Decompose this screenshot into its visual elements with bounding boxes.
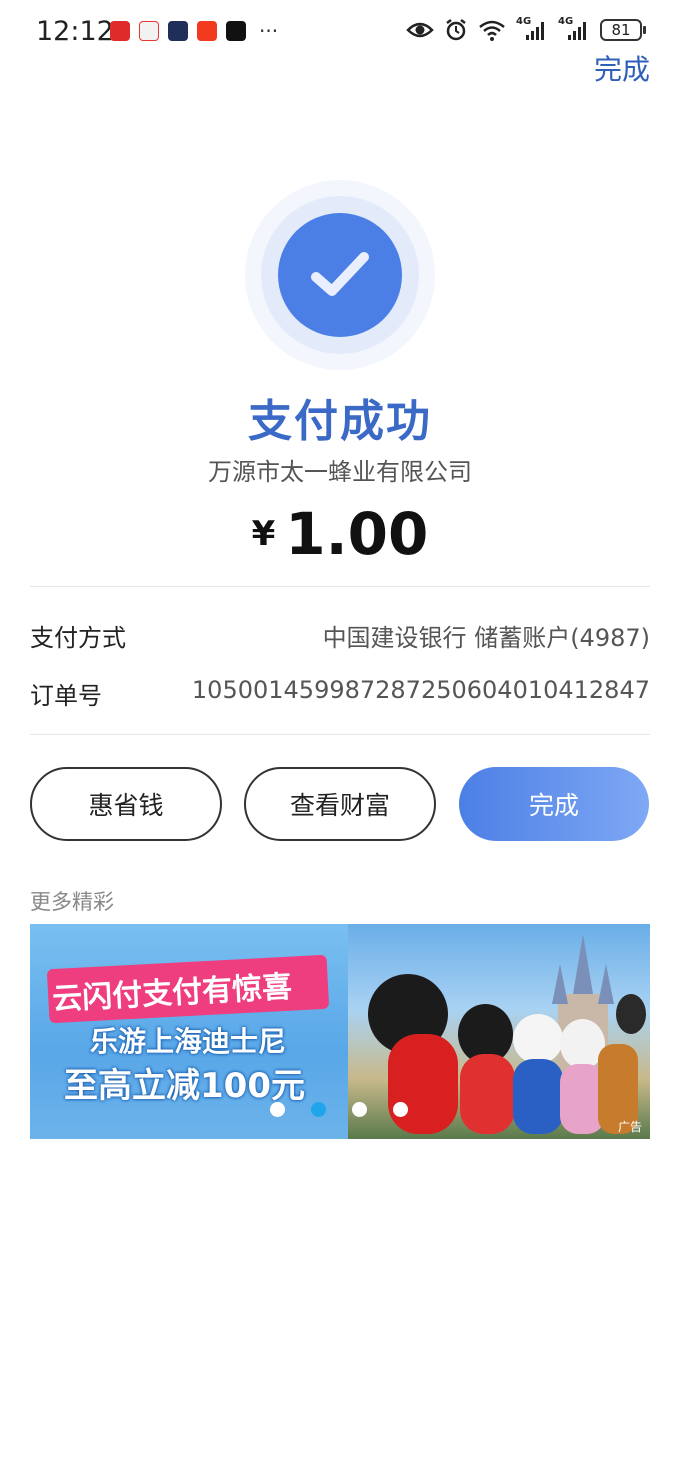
pager-dot-active[interactable] <box>311 1102 326 1117</box>
amount-value: 1.00 <box>285 500 429 568</box>
status-time: 12:12 <box>36 16 114 47</box>
currency-symbol: ¥ <box>251 514 276 554</box>
promo-line-2: 至高立减100元 <box>64 1066 305 1106</box>
payment-amount: ¥1.00 <box>0 500 680 568</box>
header-done-button[interactable]: 完成 <box>594 48 650 88</box>
pager-dot[interactable] <box>270 1102 285 1117</box>
more-section-title: 更多精彩 <box>30 890 114 914</box>
banner-pager <box>270 1102 408 1117</box>
goofy-figure <box>616 994 646 1034</box>
notification-icons: ··· <box>110 21 278 41</box>
alarm-icon <box>446 19 466 41</box>
huawei-app-icon <box>110 21 130 41</box>
ad-label: 广告 <box>617 1120 642 1134</box>
status-indicators: 4G 4G 81 <box>406 16 646 42</box>
view-wealth-button[interactable]: 查看财富 <box>244 767 436 841</box>
detail-label: 订单号 <box>30 682 102 710</box>
signal-2-icon: 4G <box>558 16 590 42</box>
divider <box>30 734 650 735</box>
signal-1-icon: 4G <box>516 16 548 42</box>
payment-status-title: 支付成功 <box>248 396 432 447</box>
done-button[interactable]: 完成 <box>459 767 649 841</box>
divider <box>30 586 650 587</box>
more-notifications-icon: ··· <box>259 19 279 43</box>
detail-row-payment-method: 支付方式 中国建设银行 储蓄账户(4987) <box>30 612 650 652</box>
pager-dot[interactable] <box>393 1102 408 1117</box>
taobao-app-icon <box>197 21 217 41</box>
success-badge <box>245 180 435 370</box>
battery-icon: 81 <box>600 19 646 41</box>
merchant-name: 万源市太一蜂业有限公司 <box>208 458 472 486</box>
pager-dot[interactable] <box>352 1102 367 1117</box>
promo-line-1: 乐游上海迪士尼 <box>90 1025 287 1058</box>
detail-row-order-number: 订单号 1050014599872872506040104128​47 <box>30 670 650 710</box>
checkmark-icon <box>311 252 369 296</box>
tiktok-app-icon <box>226 21 246 41</box>
status-bar: 12:12 ··· 4G 4G 81 <box>0 0 680 60</box>
alipay-app-icon <box>168 21 188 41</box>
detail-value: 1050014599872872506040104128​47 <box>191 676 650 704</box>
detail-value: 中国建设银行 储蓄账户(4987) <box>322 624 650 652</box>
save-money-button[interactable]: 惠省钱 <box>30 767 222 841</box>
eye-comfort-icon <box>406 22 434 38</box>
promo-banner[interactable]: 云闪付支付有惊喜 乐游上海迪士尼 至高立减100元 广告 <box>30 924 650 1139</box>
detail-label: 支付方式 <box>30 624 126 652</box>
donald-figure <box>513 1014 563 1064</box>
wifi-icon <box>479 20 505 41</box>
pinduoduo-app-icon <box>139 21 159 41</box>
